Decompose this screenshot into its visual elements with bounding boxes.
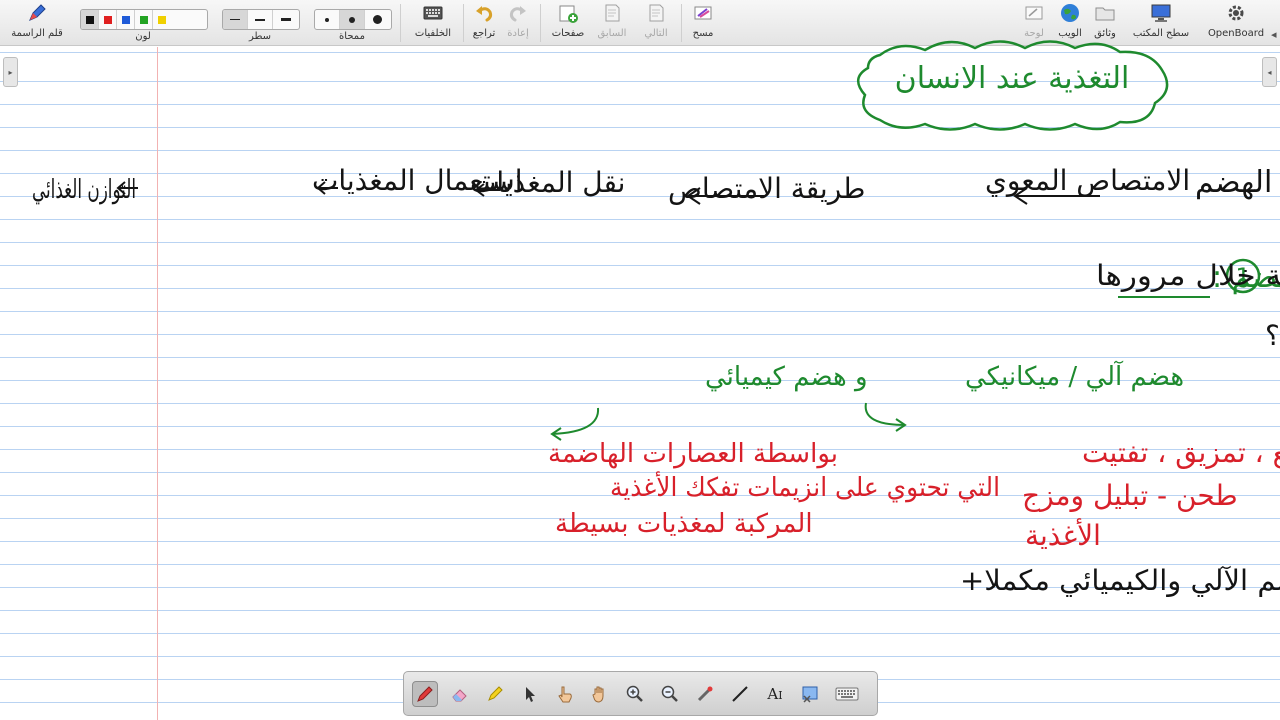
- undo-button[interactable]: تراجع: [469, 2, 499, 39]
- text-tool-icon: AI: [767, 685, 783, 703]
- color-black-swatch[interactable]: [81, 10, 99, 29]
- pen-icon: [417, 686, 433, 702]
- folder-icon: [1094, 2, 1116, 24]
- select-tool[interactable]: [517, 681, 543, 707]
- separator: [681, 4, 682, 42]
- pen-tool[interactable]: [412, 681, 438, 707]
- redo-label: إعادة: [507, 28, 529, 39]
- cursor-arrow-icon: [526, 687, 535, 702]
- screen-capture-icon: [802, 686, 818, 703]
- documents-mode-button[interactable]: وثائق: [1088, 2, 1122, 39]
- line-tool[interactable]: [727, 681, 753, 707]
- redo-button[interactable]: إعادة: [503, 2, 533, 39]
- pen-icon: [26, 2, 48, 24]
- line-label: سطر: [248, 31, 272, 42]
- backgrounds-icon: [422, 2, 444, 24]
- color-green-swatch[interactable]: [135, 10, 153, 29]
- undo-label: تراجع: [472, 28, 496, 39]
- clear-label: مسح: [692, 28, 714, 39]
- highlighter-icon: [488, 686, 503, 701]
- zoom-in-tool[interactable]: [622, 681, 648, 707]
- add-page-icon: [557, 2, 579, 24]
- right-sidebar-toggle[interactable]: ◂: [1262, 57, 1277, 87]
- eraser-small-option[interactable]: [315, 10, 340, 29]
- next-label: التالي: [644, 28, 668, 39]
- zoom-out-tool[interactable]: [657, 681, 683, 707]
- color-picker[interactable]: [80, 9, 208, 30]
- clear-page-button[interactable]: مسح: [687, 2, 719, 39]
- separator: [463, 4, 464, 42]
- virtual-keyboard-tool[interactable]: [832, 681, 862, 707]
- capture-tool[interactable]: [797, 681, 823, 707]
- pen-label: قلم الراسمة: [11, 28, 63, 39]
- interact-tool[interactable]: [552, 681, 578, 707]
- previous-label: السابق: [597, 28, 627, 39]
- pages-label: صفحات: [551, 28, 585, 39]
- line-medium-option[interactable]: [248, 10, 273, 29]
- gear-icon: [1225, 2, 1247, 24]
- pen-tool-button[interactable]: قلم الراسمة: [6, 2, 68, 39]
- backgrounds-button[interactable]: الخلفيات: [408, 2, 458, 39]
- pointing-hand-icon: [558, 686, 572, 703]
- eraser-large-option[interactable]: [365, 10, 390, 29]
- web-label: الويب: [1058, 28, 1082, 39]
- board-mode-button[interactable]: لوحة: [1016, 2, 1052, 39]
- page-margin-line: [157, 47, 158, 720]
- keyboard-icon: [835, 687, 859, 701]
- undo-icon: [473, 2, 495, 24]
- left-sidebar-toggle[interactable]: ▸: [3, 57, 18, 87]
- desktop-mode-button[interactable]: سطح المكتب: [1124, 2, 1198, 39]
- color-red-swatch[interactable]: [99, 10, 117, 29]
- collapse-toolbar-icon[interactable]: ◂: [1271, 28, 1277, 41]
- eraser-medium-option[interactable]: [340, 10, 365, 29]
- eraser-icon: [452, 689, 467, 702]
- hand-icon: [592, 686, 604, 703]
- previous-page-icon: [601, 2, 623, 24]
- color-yellow-swatch[interactable]: [153, 10, 171, 29]
- desktop-icon: [1150, 2, 1172, 24]
- color-label: لون: [135, 31, 151, 42]
- zoom-in-icon: [626, 685, 643, 702]
- separator: [400, 4, 401, 42]
- openboard-label: OpenBoard: [1207, 28, 1265, 39]
- highlighter-tool[interactable]: [482, 681, 508, 707]
- whiteboard-canvas[interactable]: [0, 47, 1280, 720]
- desktop-label: سطح المكتب: [1132, 28, 1190, 39]
- zoom-out-icon: [661, 685, 678, 702]
- hand-tool[interactable]: [587, 681, 613, 707]
- eraser-size-picker[interactable]: [314, 9, 392, 30]
- openboard-menu-button[interactable]: OpenBoard: [1203, 2, 1269, 39]
- documents-label: وثائق: [1094, 28, 1116, 39]
- redo-icon: [507, 2, 529, 24]
- color-blue-swatch[interactable]: [117, 10, 135, 29]
- line-width-picker[interactable]: [222, 9, 300, 30]
- laser-pointer-icon: [697, 686, 713, 702]
- backgrounds-label: الخلفيات: [414, 28, 452, 39]
- separator: [540, 4, 541, 42]
- board-icon: [1023, 2, 1045, 24]
- clear-icon: [692, 2, 714, 24]
- pages-button[interactable]: صفحات: [548, 2, 588, 39]
- stylus-palette: AI: [403, 671, 878, 716]
- text-tool[interactable]: AI: [762, 681, 788, 707]
- laser-pointer-tool[interactable]: [692, 681, 718, 707]
- previous-page-button[interactable]: السابق: [594, 2, 630, 39]
- eraser-label: ممحاة: [339, 31, 365, 42]
- line-thin-option[interactable]: [223, 10, 248, 29]
- line-icon: [732, 686, 748, 702]
- eraser-tool[interactable]: [447, 681, 473, 707]
- main-toolbar: قلم الراسمة لون سطر ممحاة الخلفيات تراجع…: [0, 0, 1280, 46]
- globe-icon: [1059, 2, 1081, 24]
- next-page-button[interactable]: التالي: [638, 2, 674, 39]
- web-mode-button[interactable]: الويب: [1054, 2, 1086, 39]
- line-thick-option[interactable]: [273, 10, 298, 29]
- next-page-icon: [645, 2, 667, 24]
- board-label: لوحة: [1024, 28, 1044, 39]
